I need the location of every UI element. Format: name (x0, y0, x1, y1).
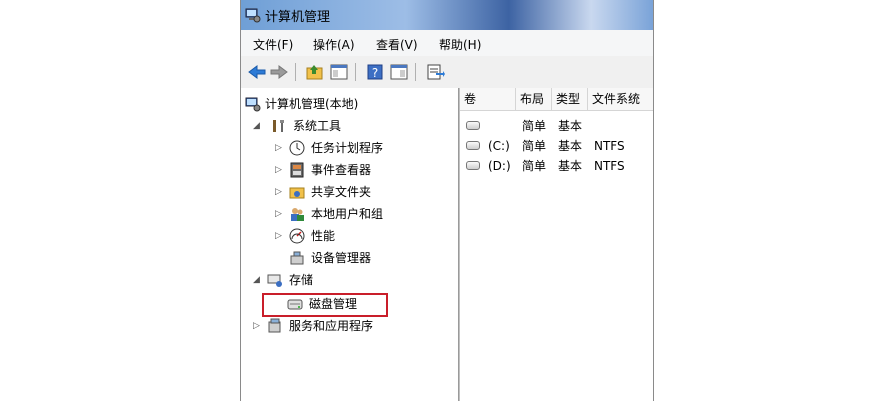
tree-node-label: 存储 (289, 273, 314, 287)
menu-action[interactable]: 操作(A) (313, 36, 355, 53)
tree-node-label: 共享文件夹 (311, 185, 372, 199)
collapse-arrow-icon[interactable]: ▷ (253, 316, 263, 336)
clock-icon (289, 140, 305, 156)
collapse-arrow-icon[interactable]: ▷ (275, 138, 285, 158)
collapse-arrow-icon[interactable]: ▷ (275, 160, 285, 180)
cell-type: 基本 (558, 139, 583, 153)
tree-node-label: 系统工具 (293, 119, 342, 133)
tools-icon (273, 120, 284, 132)
collapse-arrow-icon[interactable]: ▷ (275, 226, 285, 246)
up-folder-icon[interactable] (305, 62, 325, 82)
export-list-icon[interactable] (425, 62, 445, 82)
tree-node-label: 计算机管理(本地) (265, 97, 359, 111)
storage-icon (267, 274, 282, 287)
cell-filesystem: NTFS (594, 159, 625, 173)
expand-arrow-icon[interactable]: ◢ (253, 116, 263, 136)
title-bar: 计算机管理 (241, 0, 653, 30)
tree-node-storage[interactable]: ◢ 存储 (253, 270, 453, 290)
tree-node-event-viewer[interactable]: ▷ 事件查看器 (275, 160, 455, 180)
table-row[interactable]: 简单 基本 (460, 116, 653, 136)
tree-node-root[interactable]: 计算机管理(本地) (245, 94, 455, 114)
window-title: 计算机管理 (265, 10, 331, 25)
console-tree: 计算机管理(本地) ◢ 系统工具 ▷ 任务计划程序 ▷ 事件查看器 ▷ 共享文件… (241, 88, 459, 401)
tree-node-label: 事件查看器 (311, 163, 372, 177)
tree-node-label: 服务和应用程序 (289, 319, 374, 333)
cell-layout: 简单 (522, 119, 547, 133)
tree-node-label: 设备管理器 (311, 251, 372, 265)
svg-text:?: ? (372, 66, 378, 80)
expand-arrow-icon[interactable]: ◢ (253, 270, 263, 290)
tree-node-label: 性能 (311, 229, 336, 243)
tree-node-device-manager[interactable]: 设备管理器 (275, 248, 455, 268)
tree-node-shared-folders[interactable]: ▷ 共享文件夹 (275, 182, 455, 202)
list-header: 卷 布局 类型 文件系统 (460, 88, 653, 111)
column-header-volume[interactable]: 卷 (460, 88, 516, 110)
tree-node-services-apps[interactable]: ▷ 服务和应用程序 (253, 316, 453, 336)
column-header-filesystem[interactable]: 文件系统 (588, 88, 653, 110)
cell-filesystem: NTFS (594, 139, 625, 153)
computer-management-window: 计算机管理 文件(F) 操作(A) 查看(V) 帮助(H) ? 计算机管理(本地… (240, 0, 654, 401)
menu-view[interactable]: 查看(V) (376, 36, 418, 53)
services-icon (268, 318, 281, 333)
highlight-box-disk-management (262, 293, 388, 317)
menu-help[interactable]: 帮助(H) (439, 36, 481, 53)
disk-volume-icon (466, 121, 480, 130)
column-header-layout[interactable]: 布局 (516, 88, 552, 110)
collapse-arrow-icon[interactable]: ▷ (275, 182, 285, 202)
tree-node-label: 任务计划程序 (311, 141, 384, 155)
menu-bar: 文件(F) 操作(A) 查看(V) 帮助(H) (241, 30, 653, 57)
table-row[interactable]: (D:) 简单 基本 NTFS (460, 156, 653, 176)
menu-file[interactable]: 文件(F) (253, 36, 293, 53)
tree-node-label: 本地用户和组 (311, 207, 384, 221)
disk-volume-icon (466, 141, 480, 150)
show-hide-action-pane-icon[interactable] (389, 62, 409, 82)
computer-management-icon (245, 8, 261, 23)
disk-volume-icon (466, 161, 480, 170)
toolbar: ? (241, 56, 653, 89)
computer-management-icon (245, 97, 261, 112)
back-arrow-icon[interactable] (247, 62, 267, 82)
event-viewer-icon (290, 162, 304, 178)
table-row[interactable]: (C:) 简单 基本 NTFS (460, 136, 653, 156)
column-header-type[interactable]: 类型 (552, 88, 588, 110)
forward-arrow-icon[interactable] (269, 62, 289, 82)
cell-type: 基本 (558, 119, 583, 133)
tree-node-system-tools[interactable]: ◢ 系统工具 (253, 116, 453, 136)
users-icon (291, 208, 304, 221)
cell-volume: (C:) (488, 139, 510, 153)
tree-node-local-users-groups[interactable]: ▷ 本地用户和组 (275, 204, 455, 224)
performance-icon (289, 228, 305, 244)
cell-layout: 简单 (522, 139, 547, 153)
device-manager-icon (290, 251, 304, 265)
cell-volume: (D:) (488, 159, 511, 173)
cell-layout: 简单 (522, 159, 547, 173)
tree-node-performance[interactable]: ▷ 性能 (275, 226, 455, 246)
cell-type: 基本 (558, 159, 583, 173)
shared-folder-icon (289, 187, 305, 199)
volume-list: 卷 布局 类型 文件系统 简单 基本 (C:) 简单 基本 NTFS (D:) … (459, 88, 653, 401)
help-icon[interactable]: ? (365, 62, 385, 82)
collapse-arrow-icon[interactable]: ▷ (275, 204, 285, 224)
tree-node-task-scheduler[interactable]: ▷ 任务计划程序 (275, 138, 455, 158)
show-hide-tree-icon[interactable] (329, 62, 349, 82)
